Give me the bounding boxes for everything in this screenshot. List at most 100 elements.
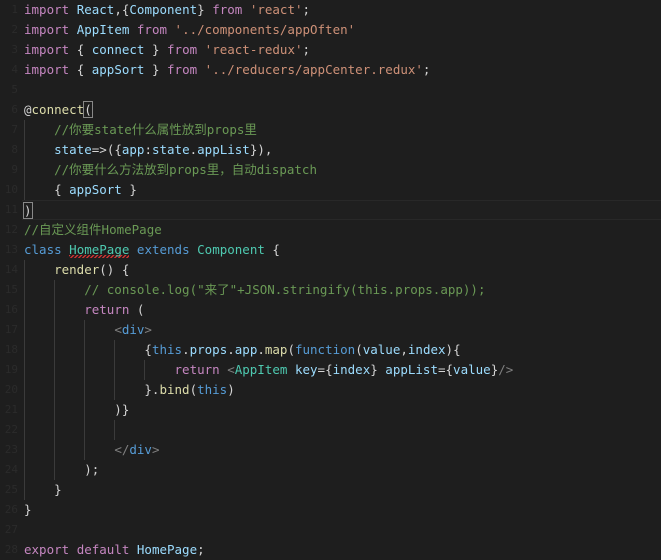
code-token: , [114,2,122,17]
code-line[interactable]: } [22,500,661,520]
line-number: 10 [4,183,18,196]
code-token: )} [24,402,130,417]
code-token: this [151,342,183,357]
indent-guide [24,440,25,460]
line-number: 7 [11,123,18,136]
indent-guide [24,460,25,480]
code-line[interactable]: } [22,480,661,500]
code-line[interactable]: import { appSort } from '../reducers/app… [22,60,661,80]
code-line[interactable]: export default HomePage; [22,540,661,560]
indent-guide [24,480,25,500]
code-token: export [24,542,70,557]
code-token: . [227,342,235,357]
code-token: index [332,362,371,377]
code-token: key [294,362,318,377]
indent-guide [54,320,56,340]
code-token: div [121,322,145,337]
code-line[interactable] [22,80,661,100]
indent-guide [24,180,25,200]
code-token: default [76,542,130,557]
line-number: 12 [4,223,18,236]
code-token: } [144,42,160,57]
code-token: connect [31,102,85,117]
code-line[interactable]: import { connect } from 'react-redux'; [22,40,661,60]
code-token: > [151,442,160,457]
code-line[interactable]: //你要state什么属性放到props里 [22,120,661,140]
line-number: 8 [11,143,18,156]
code-line[interactable]: {this.props.app.map(function(value,index… [22,340,661,360]
code-line[interactable]: { appSort } [22,180,661,200]
code-token: props [189,342,228,357]
code-token: import [24,22,70,37]
indent-guide [54,340,56,360]
line-number: 2 [11,23,18,36]
code-line[interactable]: import AppItem from '../components/appOf… [22,20,661,40]
code-token: //自定义组件HomePage [24,222,162,237]
code-token: return [84,302,130,317]
code-token: } [24,482,62,497]
code-line[interactable]: ); [22,460,661,480]
line-number: 28 [4,543,18,556]
line-number: 23 [4,443,18,456]
code-token: app [234,342,258,357]
code-token: // console.log("来了"+JSON.stringify(this.… [24,282,486,297]
code-editor[interactable]: 1 2 3 4 5 6 7 8 9 10 11 12 13 14 15 16 17 18 19 20 21 22 23 24 2… [0,0,661,557]
line-number: 4 [11,63,18,76]
code-token: connect [91,42,145,57]
code-line[interactable]: state=>({app:state.appList}), [22,140,661,160]
code-token: ; [302,2,311,17]
indent-guide [84,360,86,380]
bracket-match: ) [23,202,33,219]
text-cursor [31,203,33,218]
code-line-current[interactable]: ) [22,200,661,220]
indent-guide [24,280,25,300]
code-line[interactable]: render() { [22,260,661,280]
code-token: : [144,142,152,157]
indent-guide [84,320,86,340]
code-content[interactable]: import React,{Component} from 'react'; im… [22,0,661,557]
code-token: ( [129,302,145,317]
indent-guide [24,400,25,420]
line-number: 3 [11,43,18,56]
code-line[interactable]: }.bind(this) [22,380,661,400]
code-token: () { [99,262,130,277]
code-token: = [317,362,326,377]
code-token: < [114,322,122,337]
code-line[interactable]: </div> [22,440,661,460]
code-line[interactable]: return ( [22,300,661,320]
code-line[interactable]: class HomePage extends Component { [22,240,661,260]
code-token: AppItem [234,362,288,377]
code-token: ; [302,42,311,57]
code-line[interactable]: )} [22,400,661,420]
indent-guide [54,460,56,480]
indent-guide [24,120,25,140]
code-token: 'react-redux' [204,42,303,57]
code-line[interactable]: <div> [22,320,661,340]
code-token: { [445,362,454,377]
code-line[interactable]: @connect( [22,100,661,120]
code-token: HomePage [136,542,198,557]
code-token: ; [197,542,205,557]
code-token: render [54,262,100,277]
line-number: 15 [4,283,18,296]
code-line[interactable] [22,420,661,440]
code-line[interactable] [22,520,661,540]
code-token: from [136,22,168,37]
indent-guide [24,160,25,180]
code-line[interactable]: //你要什么方法放到props里，自动dispatch [22,160,661,180]
code-line[interactable]: // console.log("来了"+JSON.stringify(this.… [22,280,661,300]
code-line[interactable]: import React,{Component} from 'react'; [22,0,661,20]
code-token: }. [24,382,160,397]
code-token: @ [24,102,32,117]
code-line[interactable]: //自定义组件HomePage [22,220,661,240]
code-line[interactable]: return <AppItem key={index} appList={val… [22,360,661,380]
line-number: 11 [4,203,18,216]
indent-guide [54,400,56,420]
